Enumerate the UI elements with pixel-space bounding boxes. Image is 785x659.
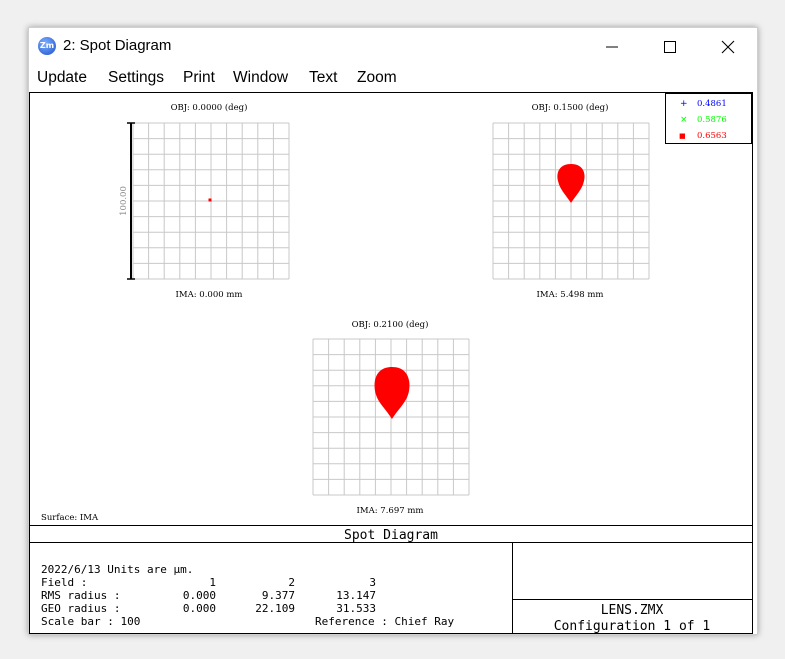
configuration-label: Configuration 1 of 1 <box>554 619 711 633</box>
geo-radius-label: GEO radius : <box>41 602 120 615</box>
minimize-icon <box>606 46 618 48</box>
close-icon <box>721 40 735 54</box>
maximize-icon <box>664 41 676 53</box>
field-1: 1 <box>209 576 216 589</box>
menu-zoom[interactable]: Zoom <box>357 69 397 87</box>
rms-radius-label: RMS radius : <box>41 589 120 602</box>
legend-value-1: 0.4861 <box>697 99 727 109</box>
scale-bar-label: 100.00 <box>119 186 129 216</box>
legend-marker-1: + <box>680 99 688 109</box>
rms-radius-2: 9.377 <box>262 589 295 602</box>
surface-label: Surface: IMA <box>41 513 99 523</box>
menu-text[interactable]: Text <box>309 69 337 87</box>
legend-marker-2: × <box>680 115 688 125</box>
plot-3-obj-label: OBJ: 0.2100 (deg) <box>352 319 429 330</box>
spot-diagram-graphic: OBJ: 0.0000 (deg) 100.00 IMA: 0.000 mm O… <box>30 93 752 633</box>
legend-value-3: 0.6563 <box>697 131 727 141</box>
geo-radius-1: 0.000 <box>183 602 216 615</box>
rms-radius-1: 0.000 <box>183 589 216 602</box>
reference-info: Reference : Chief Ray <box>315 615 454 628</box>
minimize-button[interactable] <box>583 28 641 65</box>
spot-plot-3: OBJ: 0.2100 (deg) IMA: 7.697 mm <box>312 319 470 516</box>
spot-diagram-window: Zm 2: Spot Diagram Update Settings Print… <box>28 27 758 635</box>
plot-1-obj-label: OBJ: 0.0000 (deg) <box>171 102 248 113</box>
scale-bar-info: Scale bar : 100 <box>41 615 140 628</box>
info-panel: Spot Diagram 2022/6/13 Units are µm. Fie… <box>30 525 752 633</box>
close-button[interactable] <box>699 28 757 65</box>
maximize-button[interactable] <box>641 28 699 65</box>
wavelength-legend: + 0.4861 × 0.5876 ■ 0.6563 <box>665 93 752 144</box>
panel-date-units: 2022/6/13 Units are µm. <box>41 563 193 576</box>
title-bar: Zm 2: Spot Diagram <box>29 28 757 65</box>
plot-1-ima-label: IMA: 0.000 mm <box>176 290 243 300</box>
field-3: 3 <box>369 576 376 589</box>
lens-file-name: LENS.ZMX <box>601 603 664 618</box>
spot-plot-1: OBJ: 0.0000 (deg) 100.00 IMA: 0.000 mm <box>119 102 290 300</box>
panel-title: Spot Diagram <box>344 528 438 543</box>
field-label: Field : <box>41 576 87 589</box>
spot-drop-small <box>557 164 585 203</box>
plot-2-obj-label: OBJ: 0.1500 (deg) <box>532 102 609 113</box>
plot-2-ima-label: IMA: 5.498 mm <box>537 290 604 300</box>
field-2: 2 <box>288 576 295 589</box>
menu-window[interactable]: Window <box>233 69 288 87</box>
zemax-app-icon[interactable]: Zm <box>38 37 56 55</box>
geo-radius-2: 22.109 <box>255 602 295 615</box>
rms-radius-3: 13.147 <box>336 589 376 602</box>
spot-dot <box>208 198 212 202</box>
menu-bar: Update Settings Print Window Text Zoom <box>29 66 757 92</box>
plot-canvas[interactable]: OBJ: 0.0000 (deg) 100.00 IMA: 0.000 mm O… <box>29 92 753 634</box>
spot-drop-large <box>374 367 410 419</box>
menu-print[interactable]: Print <box>183 69 215 87</box>
menu-update[interactable]: Update <box>37 69 87 87</box>
window-title: 2: Spot Diagram <box>63 37 172 54</box>
legend-marker-3: ■ <box>679 132 686 140</box>
legend-value-2: 0.5876 <box>697 115 727 125</box>
plot-3-ima-label: IMA: 7.697 mm <box>357 506 424 516</box>
geo-radius-3: 31.533 <box>336 602 376 615</box>
menu-settings[interactable]: Settings <box>108 69 164 87</box>
spot-plot-2: OBJ: 0.1500 (deg) IMA: 5.498 mm <box>492 102 650 300</box>
